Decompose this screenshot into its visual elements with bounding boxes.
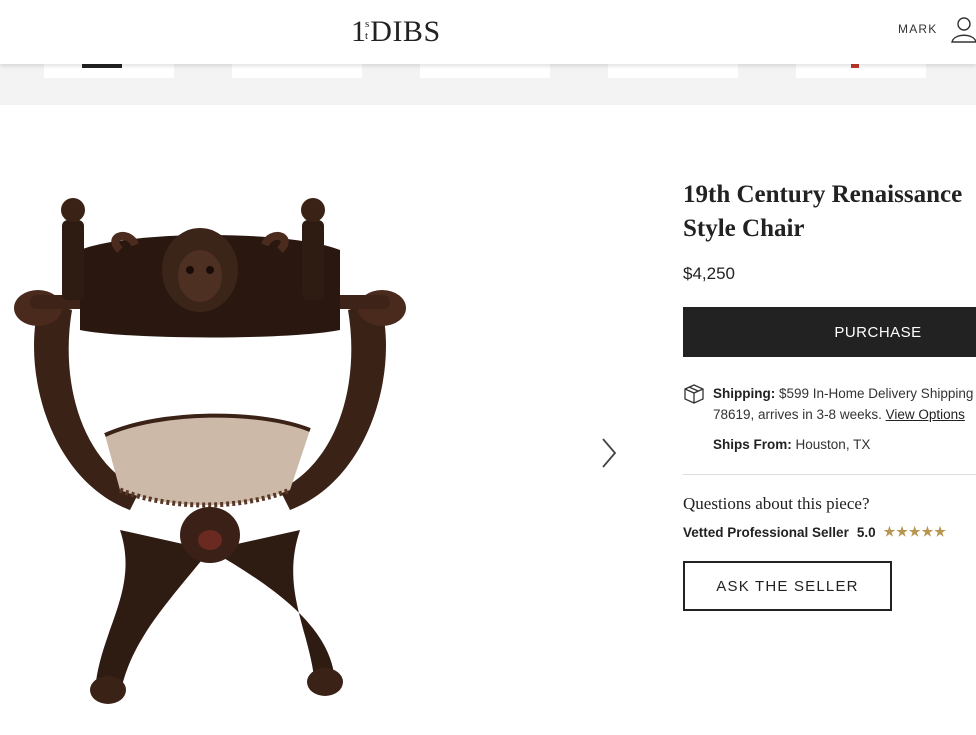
- strip-card[interactable]: [796, 64, 926, 78]
- product-price: $4,250: [683, 264, 735, 283]
- strip-card[interactable]: [232, 64, 362, 78]
- logo-sup-top: s: [365, 18, 370, 30]
- strip-card[interactable]: [608, 64, 738, 78]
- site-logo[interactable]: 1 s t DIBS: [351, 14, 441, 50]
- site-header: 1 s t DIBS MARK: [0, 0, 976, 64]
- shipping-label: Shipping:: [713, 386, 776, 401]
- strip-card-image: [82, 64, 122, 68]
- logo-word: DIBS: [370, 15, 441, 48]
- logo-sup-bottom: t: [365, 30, 369, 42]
- shipping-info-line2: 78619, arrives in 3-8 weeks. View Option…: [713, 407, 965, 422]
- strip-card[interactable]: [420, 64, 550, 78]
- shipping-box-icon: [684, 384, 704, 404]
- vetted-seller-badge[interactable]: Vetted Professional Seller: [683, 525, 849, 540]
- seller-badge-row: Vetted Professional Seller 5.0 ★★★★★: [683, 524, 947, 540]
- ships-from-label: Ships From:: [713, 437, 792, 452]
- user-icon[interactable]: [950, 14, 976, 44]
- strip-card-image: [851, 64, 859, 68]
- ships-from-value: Houston, TX: [795, 437, 871, 452]
- star-rating-icon: ★★★★★: [883, 524, 947, 539]
- ask-seller-button[interactable]: ASK THE SELLER: [683, 561, 892, 611]
- next-image-arrow-icon[interactable]: [598, 436, 620, 470]
- account-name[interactable]: MARK: [898, 22, 937, 36]
- product-title: 19th Century Renaissance Style Chair: [683, 181, 963, 242]
- strip-card[interactable]: [44, 64, 174, 78]
- section-divider: [683, 474, 976, 475]
- questions-heading: Questions about this piece?: [683, 494, 870, 513]
- shipping-text: $599 In-Home Delivery Shipping: [779, 386, 974, 401]
- shipping-text-line2: 78619, arrives in 3-8 weeks.: [713, 407, 882, 422]
- logo-number: 1: [351, 15, 366, 48]
- product-image[interactable]: [10, 190, 410, 710]
- view-options-link[interactable]: View Options: [886, 407, 965, 422]
- ships-from: Ships From: Houston, TX: [713, 437, 870, 452]
- seller-rating: 5.0: [856, 524, 876, 540]
- logo-superscript: s t: [365, 18, 369, 42]
- purchase-button[interactable]: PURCHASE: [683, 307, 976, 357]
- shipping-info: Shipping: $599 In-Home Delivery Shipping: [713, 386, 973, 401]
